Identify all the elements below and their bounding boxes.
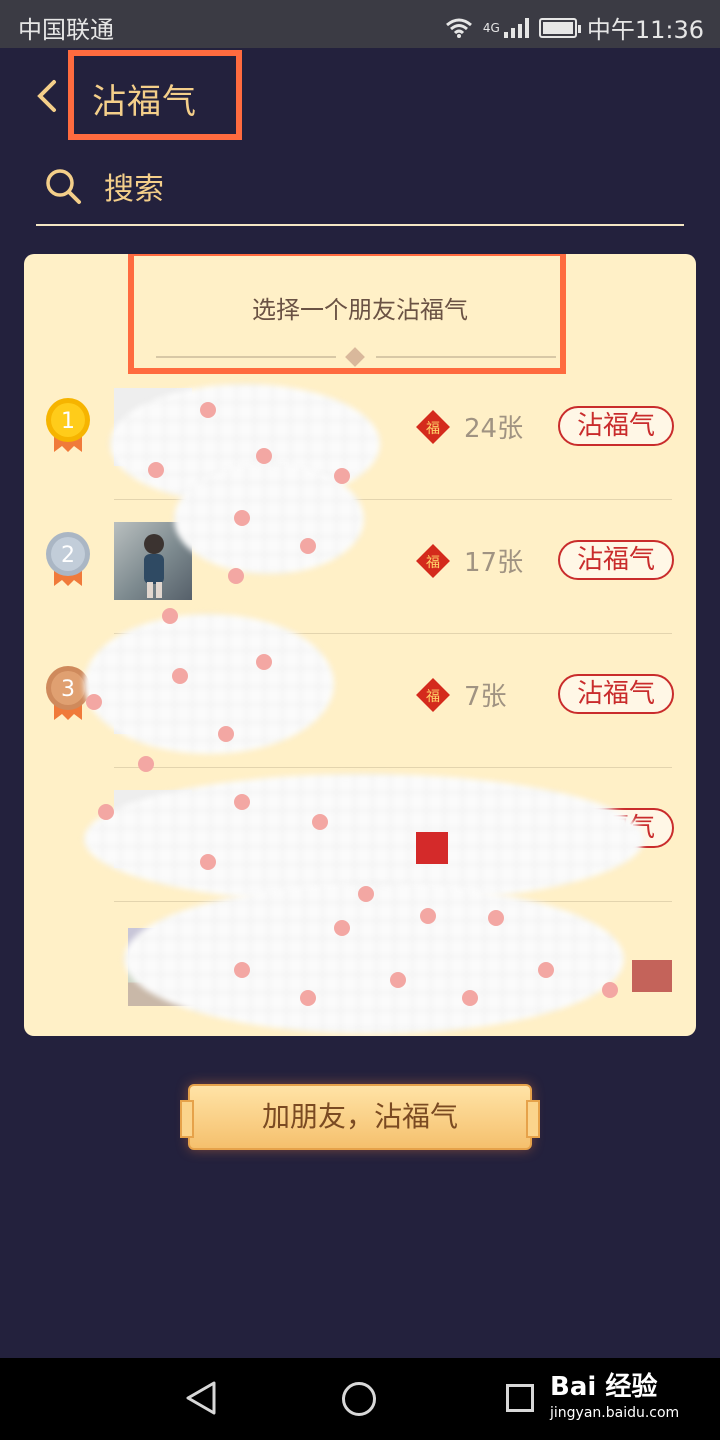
page-title: 沾福气 <box>92 82 197 122</box>
carrier-label: 中国联通 <box>18 16 114 44</box>
baidu-jingyan-watermark: Bai 经验 jingyan.baidu.com <box>550 1366 679 1421</box>
clock: 中午11:36 <box>586 16 704 44</box>
nav-back-icon[interactable] <box>184 1380 218 1416</box>
search-icon <box>46 169 81 204</box>
add-friend-button[interactable]: 加朋友，沾福气 <box>180 1084 540 1150</box>
status-bar: 中国联通 4G 中午11:36 <box>0 0 720 48</box>
watermark-brand: Bai 经验 <box>550 1372 658 1402</box>
app-screen: 中国联通 4G 中午11:36 沾福气 搜索 选择一个朋友沾福气 1 福 24张… <box>0 0 720 1440</box>
search-label: 搜索 <box>104 172 164 207</box>
system-nav-bar: Bai 经验 jingyan.baidu.com <box>0 1358 720 1440</box>
friend-list-card: 选择一个朋友沾福气 1 福 24张 沾福气 2 福 17张 沾福气 3 福 7张… <box>24 254 696 1036</box>
signal-icon <box>503 17 529 38</box>
network-type: 4G <box>482 20 500 35</box>
watermark-url: jingyan.baidu.com <box>550 1405 680 1421</box>
search-underline <box>36 224 684 226</box>
strawberry-stickers <box>86 402 618 1006</box>
battery-icon <box>538 17 581 38</box>
back-arrow-icon[interactable] <box>32 78 62 114</box>
wifi-icon <box>445 18 472 38</box>
nav-home-icon[interactable] <box>342 1382 376 1416</box>
search-bar[interactable]: 搜索 <box>44 164 164 208</box>
nav-recent-apps-icon[interactable] <box>506 1384 534 1412</box>
status-icons: 4G 中午11:36 <box>445 10 704 45</box>
